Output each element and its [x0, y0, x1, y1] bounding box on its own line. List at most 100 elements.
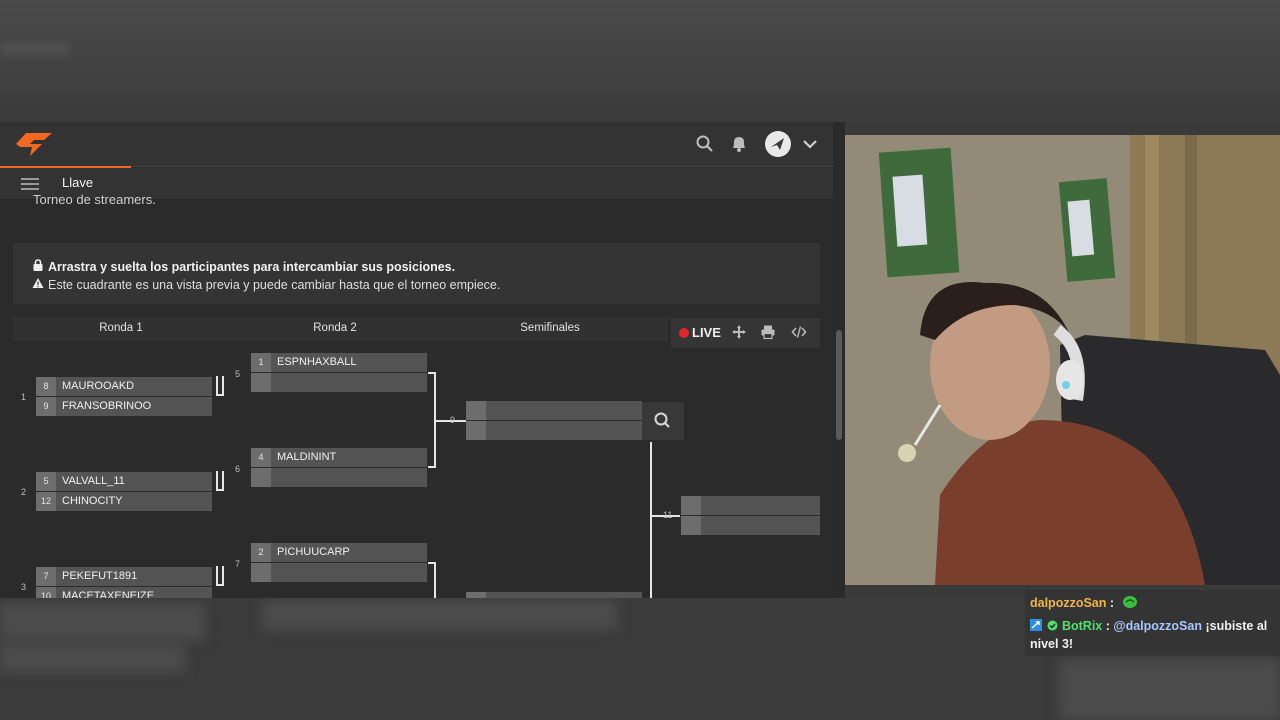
participant-name: PICHUUCARP	[277, 546, 350, 558]
participant-slot[interactable]	[466, 401, 642, 420]
bracket-connector	[428, 466, 436, 468]
blurred-block	[262, 600, 617, 630]
participant-slot[interactable]: 9 FRANSOBRINOO	[36, 397, 212, 416]
participant-name: CHINOCITY	[62, 495, 123, 507]
participant-name: PEKEFUT1891	[62, 570, 138, 582]
blurred-block	[0, 603, 205, 641]
seed: 5	[36, 472, 56, 491]
chat-username: BotRix	[1061, 619, 1103, 633]
bracket-connector	[222, 566, 224, 586]
bell-icon[interactable]	[729, 134, 749, 154]
participant-name: MALDININT	[277, 451, 337, 463]
seed: 12	[36, 492, 56, 511]
match-card[interactable]: 7 PEKEFUT1891 10 MACETAXENEIZE	[36, 567, 212, 598]
chevron-down-icon[interactable]	[800, 134, 820, 154]
match-card[interactable]: 1 ESPNHAXBALL	[251, 353, 427, 393]
live-button[interactable]: LIVE	[692, 325, 721, 340]
bracket-toolbar: LIVE	[671, 318, 820, 348]
participant-slot[interactable]: 1 ESPNHAXBALL	[251, 353, 427, 372]
seed	[466, 592, 486, 598]
divider	[131, 166, 833, 167]
code-icon[interactable]	[791, 324, 807, 340]
blurred-text	[0, 42, 70, 56]
page-title: Llave	[62, 175, 94, 190]
info-notice: Arrastra y suelta los participantes para…	[13, 243, 820, 304]
avatar[interactable]	[765, 131, 791, 157]
match-card[interactable]	[466, 401, 642, 441]
participant-slot[interactable]	[251, 563, 427, 582]
emote-icon	[1122, 596, 1137, 608]
notice-drag-line: Arrastra y suelta los participantes para…	[32, 259, 455, 274]
print-icon[interactable]	[760, 324, 776, 340]
stream-chat: dalpozzoSan : BotRix : @dalpozzoSan ¡sub…	[1025, 590, 1280, 656]
bracket-connector	[434, 562, 436, 598]
seed	[681, 496, 701, 515]
blurred-background-top	[0, 0, 1280, 122]
magnifier-icon	[654, 412, 670, 428]
match-number: 6	[235, 464, 241, 474]
participant-slot[interactable]: 7 PEKEFUT1891	[36, 567, 212, 586]
move-icon[interactable]	[731, 324, 747, 340]
match-card[interactable]: 8 MAUROOAKD 9 FRANSOBRINOO	[36, 377, 212, 417]
participant-slot[interactable]: 5 VALVALL_11	[36, 472, 212, 491]
participant-slot[interactable]	[251, 468, 427, 487]
group-number: 1	[21, 392, 27, 402]
webcam-image	[845, 135, 1280, 585]
round-label: Semifinales	[520, 322, 580, 334]
live-indicator	[679, 328, 689, 338]
tournament-app: Llave Torneo de streamers. Arrastra y su…	[0, 122, 845, 598]
match-card[interactable]: 4 MALDININT	[251, 448, 427, 488]
bracket-connector	[650, 442, 652, 598]
search-icon[interactable]	[695, 134, 715, 154]
match-card[interactable]: 2 PICHUUCARP	[251, 543, 427, 583]
participant-slot[interactable]	[681, 496, 820, 515]
participant-slot[interactable]: 12 CHINOCITY	[36, 492, 212, 511]
warning-icon	[32, 278, 44, 288]
participant-name: MACETAXENEIZE	[62, 590, 155, 598]
seed: 8	[36, 377, 56, 396]
rounds-header: Ronda 1 Ronda 2 Semifinales	[13, 317, 668, 341]
match-number: 11	[663, 510, 673, 520]
lock-icon	[33, 259, 43, 271]
seed: 10	[36, 587, 56, 598]
menu-icon[interactable]	[21, 178, 39, 190]
bracket-connector	[216, 471, 218, 491]
participant-name: ESPNHAXBALL	[277, 356, 357, 368]
webcam-feed	[845, 135, 1280, 585]
avatar-image	[766, 132, 790, 156]
scrollbar-thumb[interactable]	[836, 330, 842, 440]
blurred-block	[0, 643, 185, 673]
round-label: Ronda 2	[313, 322, 357, 334]
badge-icon	[1030, 619, 1042, 631]
match-number: 7	[235, 559, 241, 569]
participant-slot[interactable]	[466, 421, 642, 440]
participant-slot[interactable]	[251, 373, 427, 392]
match-number: 5	[235, 369, 241, 379]
participant-slot[interactable]: 10 MACETAXENEIZE	[36, 587, 212, 598]
match-card[interactable]: 5 VALVALL_11 12 CHINOCITY	[36, 472, 212, 512]
chat-message: dalpozzoSan :	[1030, 595, 1138, 610]
chat-separator: :	[1106, 596, 1115, 610]
chat-separator: :	[1102, 619, 1110, 633]
participant-slot[interactable]	[466, 592, 642, 598]
match-details-button[interactable]	[642, 402, 684, 440]
participant-slot[interactable]: 4 MALDININT	[251, 448, 427, 467]
seed	[466, 401, 486, 420]
participant-name: VALVALL_11	[62, 475, 125, 487]
match-card[interactable]	[466, 592, 642, 598]
seed: 9	[36, 397, 56, 416]
participant-slot[interactable]: 8 MAUROOAKD	[36, 377, 212, 396]
participant-slot[interactable]: 2 PICHUUCARP	[251, 543, 427, 562]
blurred-block	[1060, 660, 1280, 720]
logo-icon[interactable]	[12, 130, 56, 158]
group-number: 3	[21, 582, 27, 592]
group-number: 2	[21, 487, 27, 497]
bracket-connector	[216, 376, 218, 396]
seed: 7	[36, 567, 56, 586]
seed: 2	[251, 543, 271, 562]
notice-text: Este cuadrante es una vista previa y pue…	[48, 278, 501, 292]
participant-slot[interactable]	[681, 516, 820, 535]
notice-text: Arrastra y suelta los participantes para…	[48, 260, 456, 274]
chat-username: dalpozzoSan	[1030, 596, 1107, 610]
match-card[interactable]	[681, 496, 820, 536]
